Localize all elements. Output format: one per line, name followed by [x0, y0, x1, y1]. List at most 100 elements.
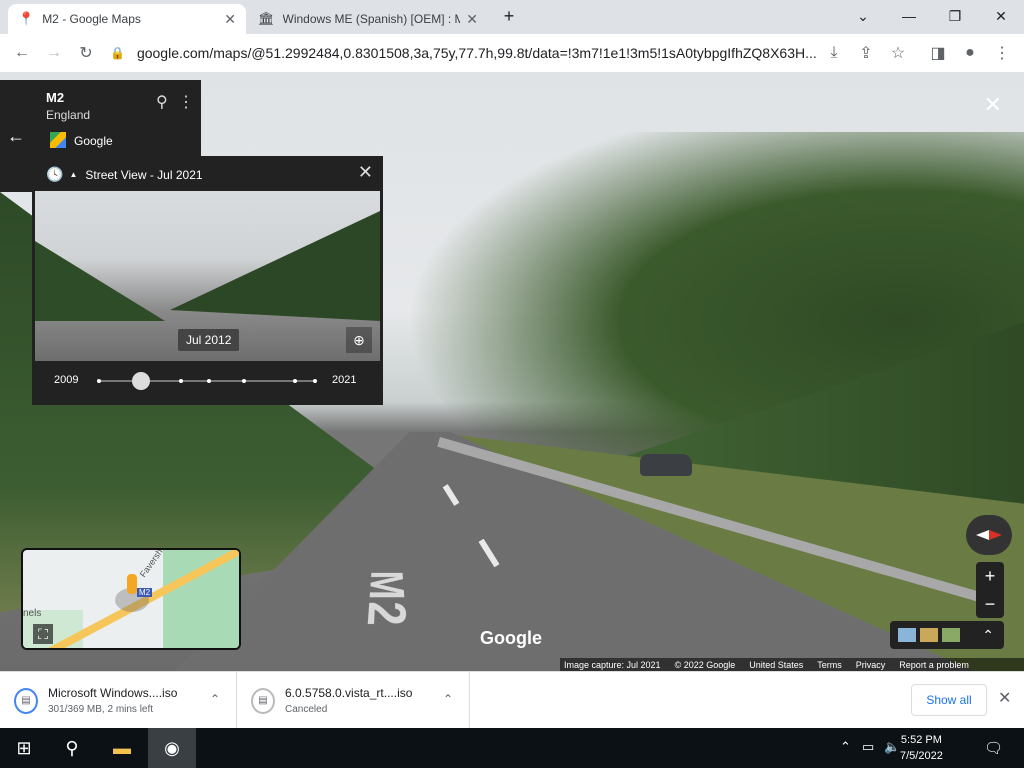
road-marking-text: M2: [354, 570, 419, 628]
file-progress-icon: ▤: [14, 687, 38, 714]
image-capture-date: Image capture: Jul 2021: [564, 659, 661, 670]
year-start-label: 2009: [54, 374, 79, 386]
timeline-slider[interactable]: [97, 372, 317, 390]
notification-icon[interactable]: 🗨: [984, 739, 1003, 757]
restore-button[interactable]: ❐: [932, 0, 978, 32]
historical-preview-image[interactable]: Jul 2012 ⊕: [35, 191, 380, 361]
terms-link[interactable]: Terms: [817, 660, 842, 670]
download-item[interactable]: ▤ Microsoft Windows....iso 301/369 MB, 2…: [0, 672, 237, 729]
preview-trees-left: [35, 241, 165, 321]
network-icon[interactable]: ▭: [862, 739, 874, 755]
file-icon: ▤: [251, 687, 275, 714]
windows-start-icon[interactable]: ⊞: [0, 728, 48, 768]
search-icon[interactable]: ⚲: [48, 728, 96, 768]
forward-icon[interactable]: →: [38, 37, 70, 69]
tab-title: M2 - Google Maps: [42, 12, 141, 26]
maps-footer: Image capture: Jul 2021 © 2022 Google Un…: [560, 658, 1024, 671]
close-window-button[interactable]: ✕: [978, 0, 1024, 32]
download-filename: 6.0.5758.0.vista_rt....iso: [285, 686, 413, 700]
maps-pin-icon: 📍: [18, 11, 35, 26]
preview-trees-right: [170, 211, 380, 321]
chevron-up-icon[interactable]: ⌃: [210, 692, 220, 706]
timeline-dot[interactable]: [242, 379, 246, 383]
side-panel-icon[interactable]: ◨: [922, 37, 954, 69]
location-pin-icon[interactable]: ⚲: [156, 92, 168, 112]
chevron-up-icon[interactable]: ⌃: [443, 692, 453, 706]
tab-bar: 📍 M2 - Google Maps ✕ 🏛 Windows ME (Spani…: [0, 0, 1024, 34]
address-bar[interactable]: 🔒 google.com/maps/@51.2992484,0.8301508,…: [110, 37, 830, 69]
expand-map-icon[interactable]: ⛶: [33, 624, 53, 644]
timeline-dot[interactable]: [313, 379, 317, 383]
history-clock-icon: 🕓: [46, 166, 64, 182]
download-status: Canceled: [285, 704, 328, 715]
compass-needle: [976, 530, 1002, 540]
map-place-label: nels: [23, 608, 42, 619]
close-tab-icon[interactable]: ✕: [224, 11, 236, 28]
tab-title: Windows ME (Spanish) [OEM] : M: [282, 12, 461, 26]
reload-icon[interactable]: ↻: [70, 37, 102, 69]
report-problem-link[interactable]: Report a problem: [899, 660, 969, 670]
country-link[interactable]: United States: [749, 660, 803, 670]
imagery-thumb[interactable]: [898, 628, 916, 642]
compass-icon[interactable]: [966, 515, 1012, 555]
date-tooltip: Jul 2012: [178, 329, 240, 351]
download-item[interactable]: ▤ 6.0.5758.0.vista_rt....iso Canceled ⌃: [237, 672, 470, 729]
install-icon[interactable]: ⤓: [818, 37, 850, 69]
download-shelf: ▤ Microsoft Windows....iso 301/369 MB, 2…: [0, 671, 1024, 729]
year-end-label: 2021: [332, 374, 357, 386]
minimize-button[interactable]: —: [886, 0, 932, 32]
more-options-icon[interactable]: ⋮: [178, 92, 194, 112]
timeline-dot[interactable]: [97, 379, 101, 383]
timeline-dot[interactable]: [207, 379, 211, 383]
close-tab-icon[interactable]: ✕: [466, 11, 478, 28]
imagery-thumb[interactable]: [942, 628, 960, 642]
privacy-link[interactable]: Privacy: [856, 660, 886, 670]
chrome-icon[interactable]: ◉: [148, 728, 196, 768]
zoom-out-button[interactable]: −: [976, 590, 1004, 618]
tab-windows-me[interactable]: 🏛 Windows ME (Spanish) [OEM] : M ✕: [248, 4, 488, 34]
timeline-dot[interactable]: [179, 379, 183, 383]
back-arrow-icon[interactable]: ←: [0, 80, 32, 192]
car: [640, 454, 692, 476]
volume-icon[interactable]: 🔈: [884, 739, 900, 755]
imagery-strip[interactable]: ⌃: [890, 621, 1004, 649]
time-machine-title: Street View - Jul 2021: [85, 167, 203, 182]
tab-search-icon[interactable]: ⌄: [840, 0, 886, 32]
menu-kebab-icon[interactable]: ⋮: [986, 37, 1018, 69]
zoom-in-magnifier-icon[interactable]: ⊕: [346, 327, 372, 353]
share-icon[interactable]: ⇪: [850, 37, 882, 69]
url-text: google.com/maps/@51.2992484,0.8301508,3a…: [136, 45, 817, 61]
clock[interactable]: 5:52 PM 7/5/2022: [900, 732, 943, 764]
google-watermark: Google: [480, 628, 542, 648]
back-icon[interactable]: ←: [6, 37, 38, 69]
street-view-panorama[interactable]: M2 ← M2 England ⚲ ⋮ Google 🕓 ▲ Street Vi…: [0, 72, 1024, 671]
show-hidden-icons-icon[interactable]: ⌃: [840, 739, 851, 755]
clock-date: 7/5/2022: [900, 750, 943, 762]
windows-taskbar: ⊞ ⚲ ▬ ◉ ⌃ ▭ 🔈 5:52 PM 7/5/2022 🗨: [0, 728, 1024, 768]
timeline-dot[interactable]: [293, 379, 297, 383]
show-all-button[interactable]: Show all: [911, 684, 987, 716]
new-tab-button[interactable]: +: [494, 0, 524, 32]
mini-map[interactable]: Faversh M2 nels ⛶: [21, 548, 241, 650]
file-explorer-icon[interactable]: ▬: [98, 728, 146, 768]
place-subtitle: England: [46, 108, 91, 122]
close-shelf-icon[interactable]: ✕: [998, 688, 1011, 708]
slider-thumb[interactable]: [132, 372, 150, 390]
imagery-thumb[interactable]: [920, 628, 938, 642]
zoom-in-button[interactable]: +: [976, 562, 1004, 590]
clock-time: 5:52 PM: [900, 734, 942, 746]
close-icon[interactable]: ✕: [358, 162, 373, 183]
profile-avatar-icon[interactable]: ●: [954, 37, 986, 69]
close-street-view-icon[interactable]: ✕: [984, 92, 1002, 118]
tab-google-maps[interactable]: 📍 M2 - Google Maps ✕: [8, 4, 246, 34]
provider-name: Google: [74, 134, 113, 148]
pegman-icon[interactable]: [127, 574, 137, 594]
time-machine-header[interactable]: 🕓 ▲ Street View - Jul 2021: [46, 166, 203, 183]
expand-up-icon[interactable]: ⌃: [982, 627, 994, 644]
download-filename: Microsoft Windows....iso: [48, 686, 178, 700]
google-maps-logo-icon: [50, 132, 66, 148]
bookmark-star-icon[interactable]: ☆: [882, 37, 914, 69]
browser-toolbar: ← → ↻ 🔒 google.com/maps/@51.2992484,0.83…: [0, 34, 1024, 72]
download-status: 301/369 MB, 2 mins left: [48, 704, 154, 715]
time-machine-panel: 🕓 ▲ Street View - Jul 2021 ✕ Jul 2012 ⊕ …: [32, 156, 383, 405]
